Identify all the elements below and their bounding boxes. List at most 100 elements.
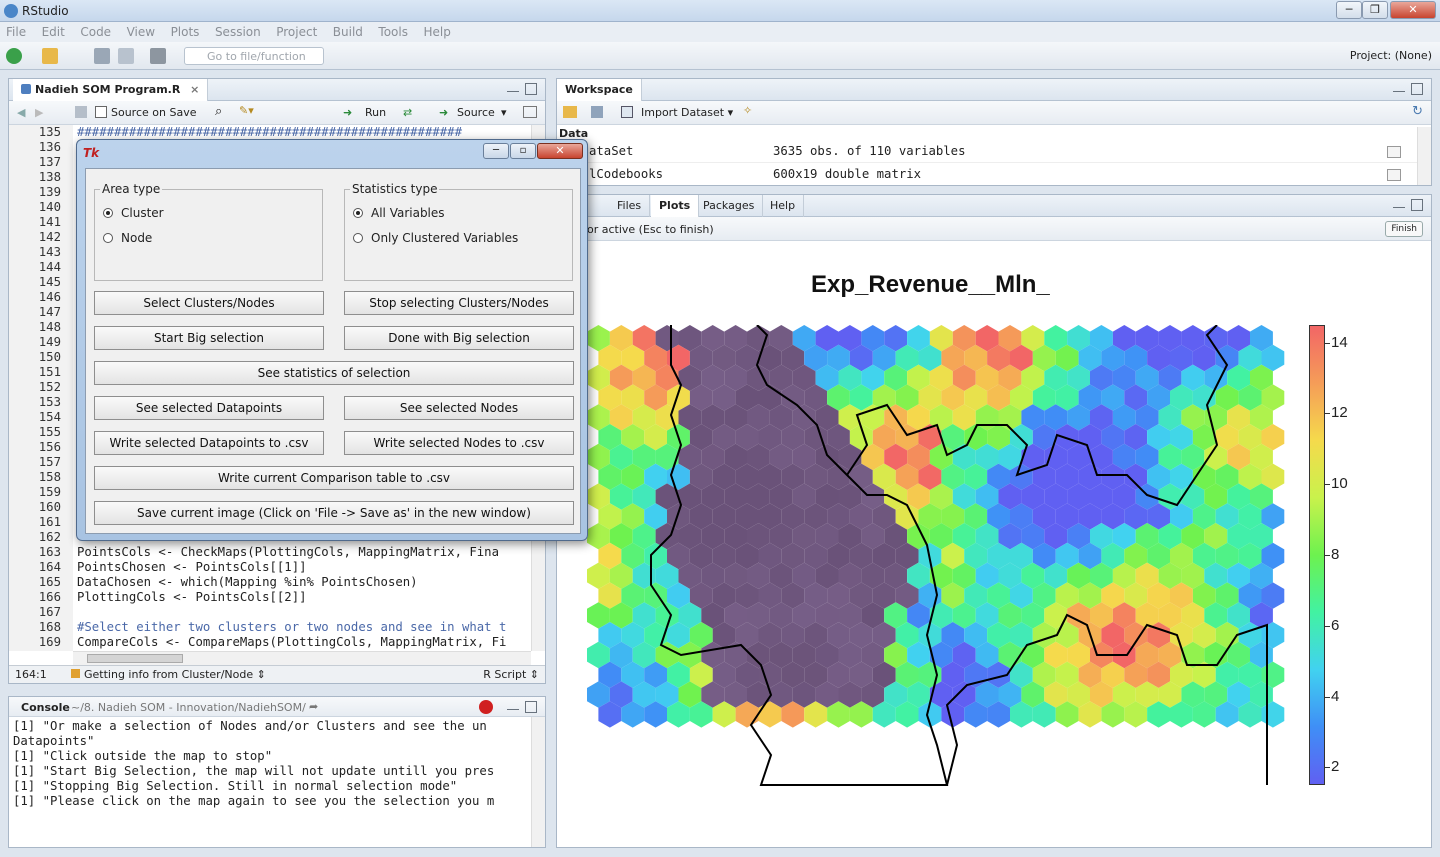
console-title: Console xyxy=(21,701,70,714)
close-button[interactable]: ✕ xyxy=(1390,1,1436,19)
goto-file-input[interactable]: Go to file/function xyxy=(184,47,324,65)
menu-file[interactable]: File xyxy=(0,22,32,42)
tab-packages[interactable]: Packages xyxy=(695,195,764,217)
see-selected-nodes-button[interactable]: See selected Nodes xyxy=(344,396,574,420)
search-icon[interactable]: ⌕ xyxy=(215,104,222,119)
cursor-position: 164:1 xyxy=(15,668,47,681)
console-line: [1] "Click outside the map to stop" xyxy=(13,749,273,763)
code-line[interactable]: PointsCols <- CheckMaps(PlottingCols, Ma… xyxy=(77,545,506,560)
magic-wand-icon[interactable]: ✎▾ xyxy=(239,104,254,117)
radio-cluster[interactable]: Cluster xyxy=(103,206,164,220)
maximize-pane-icon[interactable] xyxy=(525,83,537,95)
menu-tools[interactable]: Tools xyxy=(372,22,414,42)
source-on-save-checkbox[interactable] xyxy=(95,106,107,118)
save-editor-icon[interactable] xyxy=(75,106,87,118)
menu-build[interactable]: Build xyxy=(327,22,369,42)
radio-node[interactable]: Node xyxy=(103,231,152,245)
save-all-icon[interactable] xyxy=(118,48,134,64)
menu-help[interactable]: Help xyxy=(417,22,456,42)
tab-files[interactable]: Files xyxy=(609,195,651,217)
menu-code[interactable]: Code xyxy=(74,22,117,42)
line-number: 152 xyxy=(38,380,61,394)
minimize-workspace-icon[interactable] xyxy=(1393,91,1405,93)
tab-help[interactable]: Help xyxy=(762,195,805,217)
workspace-row[interactable]: ataSet 3635 obs. of 110 variables xyxy=(557,141,1417,163)
menu-plots[interactable]: Plots xyxy=(165,22,206,42)
maximize-plots-icon[interactable] xyxy=(1411,199,1423,211)
close-tab-icon[interactable]: × xyxy=(190,83,199,96)
console-scrollbar[interactable] xyxy=(531,717,545,847)
stop-icon[interactable] xyxy=(479,700,493,714)
rerun-icon[interactable]: ⇄ xyxy=(403,106,412,119)
line-number: 142 xyxy=(38,230,61,244)
line-number: 136 xyxy=(38,140,61,154)
som-hex-map[interactable] xyxy=(587,325,1307,805)
horizontal-scroll-thumb[interactable] xyxy=(87,654,183,663)
write-comparison-csv-button[interactable]: Write current Comparison table to .csv xyxy=(94,466,574,490)
menu-view[interactable]: View xyxy=(121,22,161,42)
see-selected-datapoints-button[interactable]: See selected Datapoints xyxy=(94,396,324,420)
source-button[interactable]: Source xyxy=(457,106,495,119)
dialog-close-button[interactable]: ✕ xyxy=(537,143,583,159)
tab-plots[interactable]: Plots xyxy=(651,195,700,217)
done-big-selection-button[interactable]: Done with Big selection xyxy=(344,326,574,350)
code-line[interactable]: DataChosen <- which(Mapping %in% PointsC… xyxy=(77,575,506,590)
project-menu[interactable]: Project: (None) xyxy=(1350,49,1432,62)
code-line[interactable]: PlottingCols <- PointsCols[[2]] xyxy=(77,590,506,605)
forward-arrow-icon[interactable]: ▶ xyxy=(35,106,43,119)
dialog-minimize-button[interactable]: ─ xyxy=(483,143,509,159)
minimize-button[interactable]: ─ xyxy=(1336,1,1362,19)
menu-edit[interactable]: Edit xyxy=(36,22,71,42)
minimize-pane-icon[interactable] xyxy=(507,91,519,93)
maximize-console-icon[interactable] xyxy=(525,701,537,713)
stop-selecting-button[interactable]: Stop selecting Clusters/Nodes xyxy=(344,291,574,315)
statistics-type-group: Statistics type All Variables Only Clust… xyxy=(344,182,573,281)
workspace-row[interactable]: lCodebooks 600x19 double matrix xyxy=(557,164,1417,186)
code-line[interactable] xyxy=(77,605,506,620)
file-type-selector[interactable]: R Script ⇕ xyxy=(483,668,539,681)
new-file-icon[interactable] xyxy=(6,48,22,64)
function-context[interactable]: Getting info from Cluster/Node ⇕ xyxy=(71,668,266,681)
print-icon[interactable] xyxy=(150,48,166,64)
save-workspace-icon[interactable] xyxy=(591,106,603,118)
select-clusters-nodes-button[interactable]: Select Clusters/Nodes xyxy=(94,291,324,315)
write-datapoints-csv-button[interactable]: Write selected Datapoints to .csv xyxy=(94,431,324,455)
view-table-icon[interactable] xyxy=(1387,146,1401,158)
code-line[interactable]: CompareCols <- CompareMaps(PlottingCols,… xyxy=(77,635,506,650)
goto-directory-icon[interactable]: ➦ xyxy=(309,700,318,713)
workspace-scrollbar[interactable] xyxy=(1417,127,1431,185)
dialog-maximize-button[interactable]: ▫ xyxy=(510,143,536,159)
clear-workspace-broom-icon[interactable]: ✧ xyxy=(743,104,752,117)
refresh-icon[interactable]: ↻ xyxy=(1412,104,1423,119)
maximize-workspace-icon[interactable] xyxy=(1411,83,1423,95)
minimize-plots-icon[interactable] xyxy=(1393,207,1405,209)
run-button[interactable]: Run xyxy=(365,106,386,119)
import-dataset-button[interactable]: Import Dataset ▾ xyxy=(641,106,733,119)
code-line[interactable]: ########################################… xyxy=(77,125,506,140)
editor-horizontal-scrollbar[interactable] xyxy=(73,651,531,665)
console-output[interactable]: [1] "Or make a selection of Nodes and/or… xyxy=(13,719,494,809)
outline-icon[interactable] xyxy=(523,106,537,118)
see-statistics-button[interactable]: See statistics of selection xyxy=(94,361,574,385)
minimize-console-icon[interactable] xyxy=(507,709,519,711)
source-dropdown-icon[interactable]: ▾ xyxy=(501,106,507,119)
code-line[interactable]: #Select either two clusters or two nodes… xyxy=(77,620,506,635)
menu-bar: File Edit Code View Plots Session Projec… xyxy=(0,22,1440,42)
write-nodes-csv-button[interactable]: Write selected Nodes to .csv xyxy=(344,431,574,455)
save-current-image-button[interactable]: Save current image (Click on 'File -> Sa… xyxy=(94,501,574,525)
load-workspace-icon[interactable] xyxy=(563,106,577,118)
tab-workspace[interactable]: Workspace xyxy=(557,79,642,101)
view-table-icon[interactable] xyxy=(1387,169,1401,181)
radio-all-variables[interactable]: All Variables xyxy=(353,206,445,220)
menu-project[interactable]: Project xyxy=(270,22,323,42)
back-arrow-icon[interactable]: ◀ xyxy=(17,106,25,119)
code-line[interactable]: PointsChosen <- PointsCols[[1]] xyxy=(77,560,506,575)
open-folder-icon[interactable] xyxy=(42,48,58,64)
tab-nadieh-som-program[interactable]: Nadieh SOM Program.R × xyxy=(13,79,209,101)
maximize-button[interactable]: ❐ xyxy=(1362,1,1388,19)
radio-only-clustered-variables[interactable]: Only Clustered Variables xyxy=(353,231,518,245)
menu-session[interactable]: Session xyxy=(209,22,267,42)
save-icon[interactable] xyxy=(94,48,110,64)
finish-button[interactable]: Finish xyxy=(1385,221,1423,237)
start-big-selection-button[interactable]: Start Big selection xyxy=(94,326,324,350)
